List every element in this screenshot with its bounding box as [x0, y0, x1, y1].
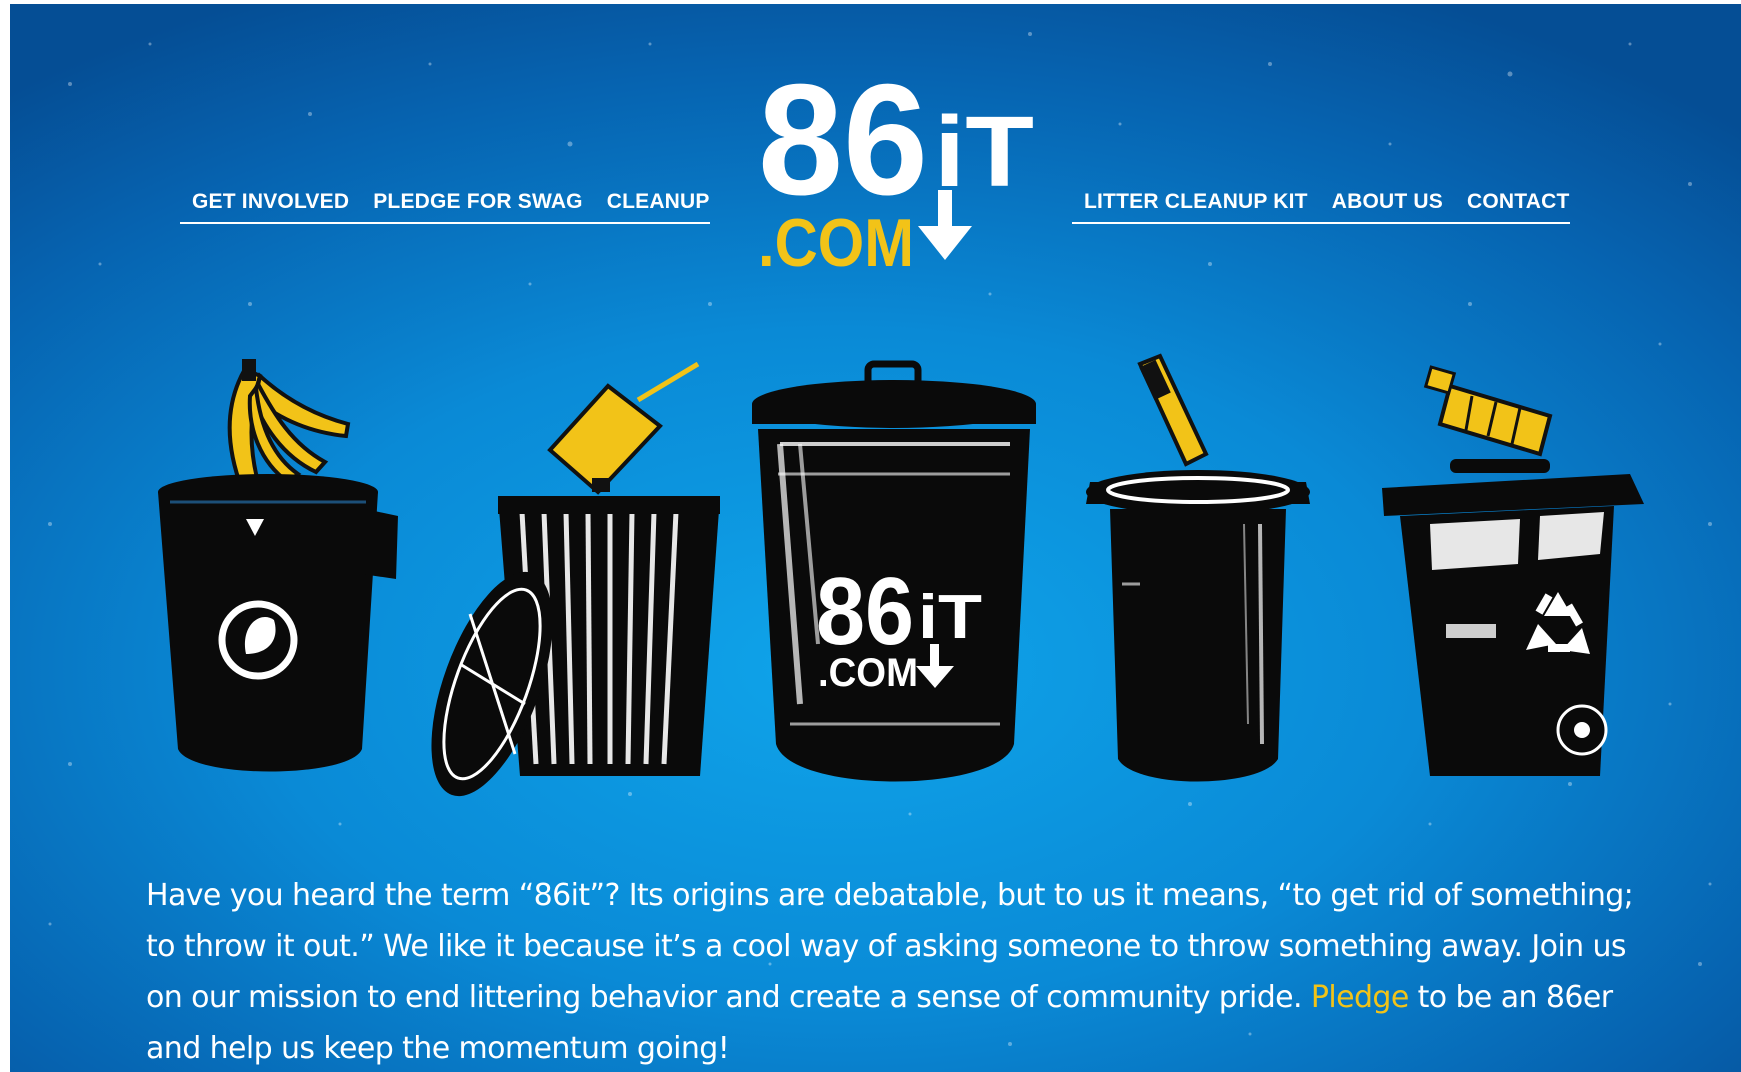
- hero-section: GET INVOLVED PLEDGE FOR SWAG CLEANUP 86 …: [10, 4, 1741, 1072]
- recycling-cart: [1382, 459, 1644, 776]
- intro-paragraph: Have you heard the term “86it”? Its orig…: [146, 870, 1636, 1072]
- bin-logo-number: 86: [816, 558, 914, 665]
- round-trash-can: [1086, 470, 1310, 782]
- plastic-bottle-icon: [1423, 365, 1553, 457]
- banana-peel-icon: [227, 359, 351, 492]
- soda-cup-icon: [547, 361, 700, 495]
- metal-trash-can: [431, 496, 720, 797]
- bin-logo-it: iT: [918, 583, 982, 652]
- stick-litter-icon: [1137, 353, 1209, 467]
- pledge-link[interactable]: Pledge: [1311, 980, 1409, 1015]
- bin-logo-com: .COM: [818, 651, 918, 695]
- compost-bin: [158, 474, 398, 772]
- center-86it-can: 86 iT .COM: [752, 360, 1036, 782]
